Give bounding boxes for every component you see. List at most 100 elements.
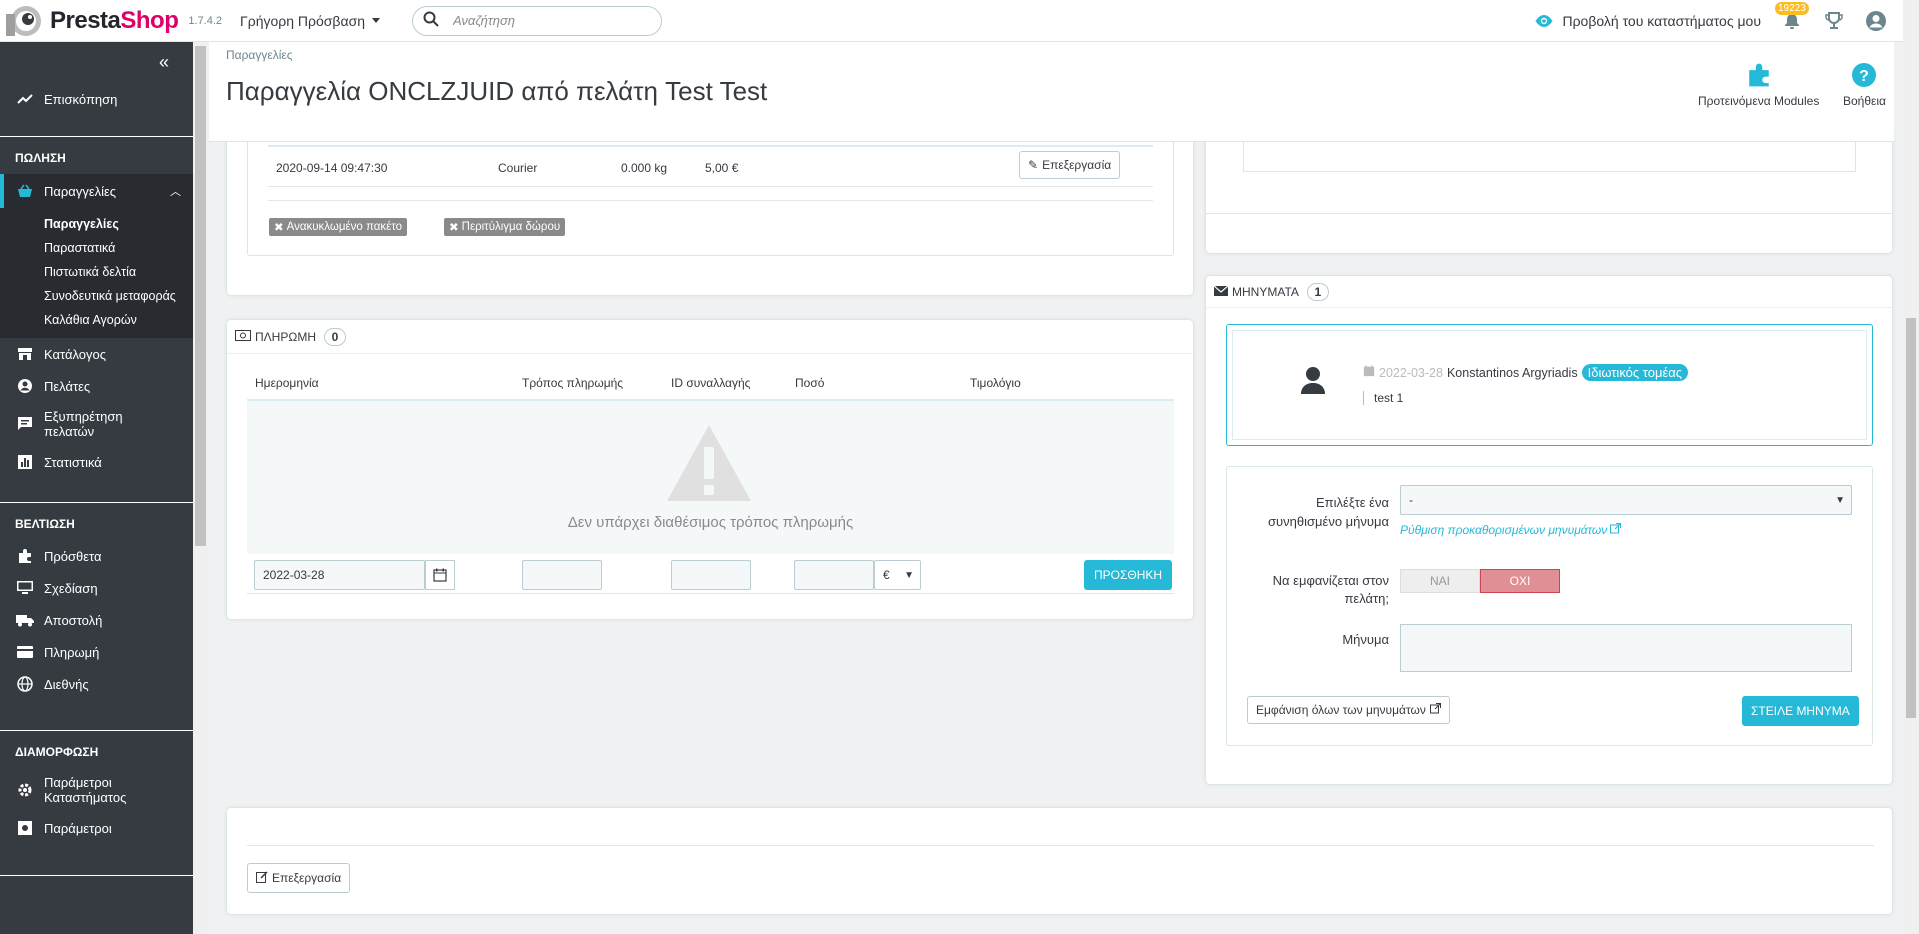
calendar-icon: [433, 568, 447, 582]
sidebar-item-shop-parameters[interactable]: Παράμετροι Καταστήματος: [0, 768, 193, 812]
submenu-delivery-slips[interactable]: Συνοδευτικά μεταφοράς: [0, 284, 193, 308]
payment-date-input[interactable]: 2022-03-28: [254, 560, 425, 590]
sidebar-item-design[interactable]: Σχεδίαση: [0, 572, 193, 604]
payment-method-input[interactable]: [522, 560, 602, 590]
sidebar-item-label: Παραγγελίες: [44, 183, 117, 199]
orders-submenu: Παραγγελίες Παραστατικά Πιστωτικά δελτία…: [0, 208, 193, 338]
money-icon: [235, 329, 251, 344]
send-message-label: ΣΤΕΙΛΕ ΜΗΝΥΜΑ: [1751, 704, 1850, 718]
sidebar-item-shipping[interactable]: Αποστολή: [0, 604, 193, 636]
monitor-icon: [16, 581, 34, 595]
settings-applications-icon: [16, 821, 34, 835]
shipping-weight: 0.000 kg: [621, 161, 668, 175]
message-textarea[interactable]: [1400, 624, 1852, 672]
user-icon: [1301, 367, 1325, 394]
main-scrollbar-thumb[interactable]: [1906, 318, 1916, 718]
payment-table: Ημερομηνία Τρόπος πληρωμής ID συναλλαγής…: [247, 354, 1174, 604]
sidebar-scrollbar[interactable]: [193, 42, 209, 934]
sidebar-item-modules[interactable]: Πρόσθετα: [0, 540, 193, 572]
sidebar: « Επισκόπηση ΠΩΛΗΣΗ Παραγγελίες ︿ Παραγγ…: [0, 42, 193, 934]
edit-order-button[interactable]: Επεξεργασία: [247, 863, 351, 893]
message-meta: 2022-03-28 Konstantinos Argyriadis Ιδιωτ…: [1363, 364, 1689, 381]
settings-icon: [16, 782, 34, 798]
sidebar-item-label: Πρόσθετα: [44, 548, 102, 564]
toggle-no[interactable]: ΟΧΙ: [1480, 569, 1560, 593]
sidebar-item-orders[interactable]: Παραγγελίες ︿: [0, 174, 193, 208]
eye-icon: [1535, 15, 1553, 27]
view-store-link[interactable]: Προβολή του καταστήματος μου: [1534, 13, 1761, 29]
new-message-form: Επιλέξτε ένα συνηθισμένο μήνυμα - ▼ Ρύθμισ…: [1226, 466, 1873, 746]
calendar-button[interactable]: [425, 560, 455, 590]
messages-title: ΜΗΝΥΜΑΤΑ: [1232, 284, 1299, 299]
sidebar-item-label: Σχεδίαση: [44, 580, 98, 596]
add-payment-label: ΠΡΟΣΘΗΚΗ: [1094, 568, 1163, 582]
predefined-message-select[interactable]: - ▼: [1400, 485, 1852, 515]
sidebar-item-payment[interactable]: Πληρωμή: [0, 636, 193, 668]
sidebar-scrollbar-thumb[interactable]: [195, 46, 206, 546]
show-all-messages-button[interactable]: Εμφάνιση όλων των μηνυμάτων: [1247, 696, 1450, 724]
message-author: Konstantinos Argyriadis: [1446, 365, 1578, 380]
currency-select[interactable]: € ▼: [874, 560, 921, 590]
add-payment-button[interactable]: ΠΡΟΣΘΗΚΗ: [1084, 560, 1173, 590]
view-store-label: Προβολή του καταστήματος μου: [1562, 13, 1761, 29]
close-icon: ✖: [274, 222, 284, 234]
bar-chart-icon: [16, 455, 34, 469]
sidebar-item-customers[interactable]: Πελάτες: [0, 370, 193, 402]
search-input[interactable]: [453, 13, 633, 28]
calendar-icon: [1363, 365, 1375, 380]
recommended-modules-label: Προτεινόμενα Modules: [1698, 94, 1820, 108]
profile-button[interactable]: [1865, 10, 1887, 32]
submenu-credit-slips[interactable]: Πιστωτικά δελτία: [0, 260, 193, 284]
edit-shipping-button[interactable]: ✎ Επεξεργασία: [1019, 151, 1121, 179]
column-header-date: Ημερομηνία: [255, 376, 319, 390]
quick-access-dropdown[interactable]: Γρήγορη Πρόσβαση: [240, 13, 380, 29]
shipping-panel: 2020-09-14 09:47:30 Courier 0.000 kg 5,0…: [226, 130, 1194, 296]
sidebar-item-stats[interactable]: Στατιστικά: [0, 446, 193, 478]
collapse-sidebar-icon[interactable]: «: [159, 52, 169, 73]
gift-wrap-label: Περιτύλιγμα δώρου: [461, 221, 561, 233]
sidebar-item-overview[interactable]: Επισκόπηση: [0, 82, 193, 116]
message-card-inner: 2022-03-28 Konstantinos Argyriadis Ιδιωτ…: [1232, 330, 1867, 440]
send-message-button[interactable]: ΣΤΕΙΛΕ ΜΗΝΥΜΑ: [1742, 696, 1859, 726]
section-sell: ΠΩΛΗΣΗ: [0, 136, 193, 174]
chevron-up-icon: ︿: [170, 186, 181, 198]
display-toggle[interactable]: ΝΑΙ ΟΧΙ: [1400, 569, 1560, 593]
help-icon: ?: [1843, 62, 1886, 88]
search-box[interactable]: [412, 5, 662, 36]
transaction-id-input[interactable]: [671, 560, 751, 590]
notifications-button[interactable]: 19223: [1775, 2, 1809, 32]
amount-input[interactable]: [794, 560, 874, 590]
recycled-package-label: Ανακυκλωμένο πακέτο: [286, 221, 403, 233]
breadcrumb[interactable]: Παραγγελίες: [226, 48, 293, 62]
messages-panel: ΜΗΝΥΜΑΤΑ 1 2022-03-28 Konstantinos Argyr…: [1205, 275, 1893, 785]
label-line: πελάτη;: [1344, 591, 1389, 606]
sidebar-item-catalog[interactable]: Κατάλογος: [0, 338, 193, 370]
help-button[interactable]: ? Βοήθεια: [1843, 62, 1886, 108]
section-configure: ΔΙΑΜΟΡΦΩΣΗ: [0, 730, 193, 768]
submenu-carts[interactable]: Καλάθια Αγορών: [0, 308, 193, 332]
sidebar-item-international[interactable]: Διεθνής: [0, 668, 193, 700]
sidebar-item-advanced-parameters[interactable]: Παράμετροι: [0, 812, 193, 844]
toggle-yes[interactable]: ΝΑΙ: [1400, 569, 1480, 593]
configure-predefined-link[interactable]: Ρύθμιση προκαθορισμένων μηνυμάτων: [1400, 523, 1622, 537]
page-header: Παραγγελίες Παραγγελία ONCLZJUID από πελ…: [209, 42, 1894, 142]
sidebar-item-customer-service[interactable]: Εξυπηρέτηση πελατών: [0, 402, 193, 446]
trophy-button[interactable]: [1823, 10, 1845, 32]
submenu-invoices[interactable]: Παραστατικά: [0, 236, 193, 260]
warning-icon: [665, 423, 753, 506]
recommended-modules-button[interactable]: Προτεινόμενα Modules: [1698, 62, 1819, 108]
search-icon[interactable]: [423, 11, 439, 30]
prestashop-logo[interactable]: PrestaShop: [6, 4, 179, 38]
puzzle-icon: [1698, 62, 1819, 88]
main-scrollbar[interactable]: [1903, 0, 1919, 934]
payment-form-row: 2022-03-28 € ▼ ΠΡΟΣΘΗΚΗ: [247, 554, 1174, 594]
table-row: 2020-09-14 09:47:30 Courier 0.000 kg 5,0…: [268, 147, 1153, 187]
message-card: 2022-03-28 Konstantinos Argyriadis Ιδιωτ…: [1226, 324, 1873, 446]
label-line: συνηθισμένο μήνυμα: [1268, 514, 1389, 529]
panel-divider: [247, 845, 1874, 846]
sidebar-item-label: Επισκόπηση: [44, 91, 118, 107]
submenu-orders[interactable]: Παραγγελίες: [0, 212, 193, 236]
svg-text:?: ?: [1860, 68, 1870, 85]
logo-icon: [6, 4, 46, 38]
puzzle-icon: [16, 548, 34, 564]
